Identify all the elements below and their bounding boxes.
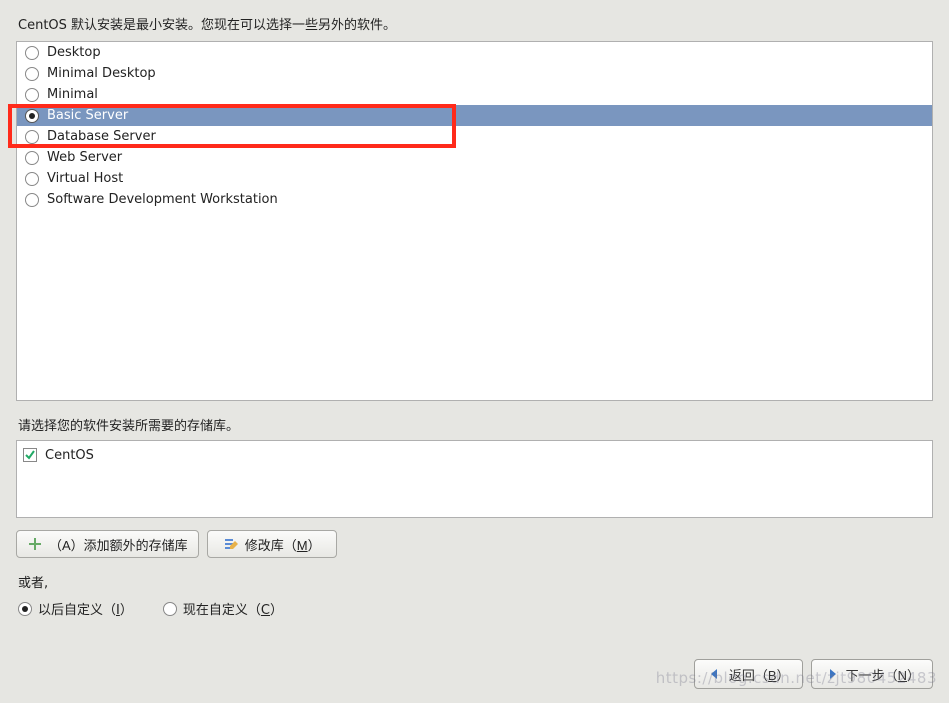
package-label: Web Server bbox=[47, 150, 122, 165]
package-label: Software Development Workstation bbox=[47, 192, 278, 207]
or-label: 或者, bbox=[18, 572, 933, 591]
customize-now-label: 现在自定义（C） bbox=[183, 599, 283, 618]
package-option[interactable]: Database Server bbox=[17, 126, 932, 147]
next-button[interactable]: 下一步（N） bbox=[811, 659, 933, 689]
package-option[interactable]: Desktop bbox=[17, 42, 932, 63]
repo-item[interactable]: CentOS bbox=[23, 445, 926, 465]
package-option[interactable]: Minimal Desktop bbox=[17, 63, 932, 84]
package-group-list[interactable]: Desktop Minimal Desktop Minimal Basic Serve… bbox=[16, 41, 933, 401]
modify-repo-button[interactable]: 修改库（M） bbox=[207, 530, 337, 558]
back-button[interactable]: 返回（B） bbox=[694, 659, 803, 689]
package-label: Minimal Desktop bbox=[47, 66, 156, 81]
package-option[interactable]: Basic Server bbox=[17, 105, 932, 126]
package-option[interactable]: Web Server bbox=[17, 147, 932, 168]
package-option[interactable]: Minimal bbox=[17, 84, 932, 105]
package-label: Minimal bbox=[47, 87, 98, 102]
arrow-left-icon bbox=[707, 666, 723, 682]
edit-icon bbox=[223, 536, 239, 552]
customize-radio-group: 以后自定义（I） 现在自定义（C） bbox=[18, 599, 933, 618]
package-label: Basic Server bbox=[47, 108, 128, 123]
checkbox-icon bbox=[23, 448, 37, 462]
add-repo-label: （A）添加额外的存储库 bbox=[49, 535, 188, 554]
radio-icon bbox=[25, 151, 39, 165]
repo-list[interactable]: CentOS bbox=[16, 440, 933, 518]
package-option[interactable]: Virtual Host bbox=[17, 168, 932, 189]
package-option[interactable]: Software Development Workstation bbox=[17, 189, 932, 210]
radio-icon bbox=[25, 46, 39, 60]
radio-icon bbox=[18, 602, 32, 616]
radio-icon bbox=[25, 193, 39, 207]
package-label: Desktop bbox=[47, 45, 101, 60]
customize-later-option[interactable]: 以后自定义（I） bbox=[18, 599, 133, 618]
repo-label: CentOS bbox=[45, 448, 94, 463]
modify-repo-label: 修改库（M） bbox=[245, 535, 321, 554]
package-label: Database Server bbox=[47, 129, 156, 144]
plus-icon bbox=[27, 536, 43, 552]
repo-prompt: 请选择您的软件安装所需要的存储库。 bbox=[18, 415, 933, 434]
radio-icon bbox=[163, 602, 177, 616]
radio-icon bbox=[25, 130, 39, 144]
back-label: 返回（B） bbox=[729, 665, 790, 684]
add-repo-button[interactable]: （A）添加额外的存储库 bbox=[16, 530, 199, 558]
next-label: 下一步（N） bbox=[846, 665, 920, 684]
radio-icon bbox=[25, 109, 39, 123]
radio-icon bbox=[25, 172, 39, 186]
page-description: CentOS 默认安装是最小安装。您现在可以选择一些另外的软件。 bbox=[18, 14, 933, 33]
radio-icon bbox=[25, 67, 39, 81]
radio-icon bbox=[25, 88, 39, 102]
package-label: Virtual Host bbox=[47, 171, 123, 186]
customize-now-option[interactable]: 现在自定义（C） bbox=[163, 599, 283, 618]
customize-later-label: 以后自定义（I） bbox=[38, 599, 133, 618]
arrow-right-icon bbox=[824, 666, 840, 682]
